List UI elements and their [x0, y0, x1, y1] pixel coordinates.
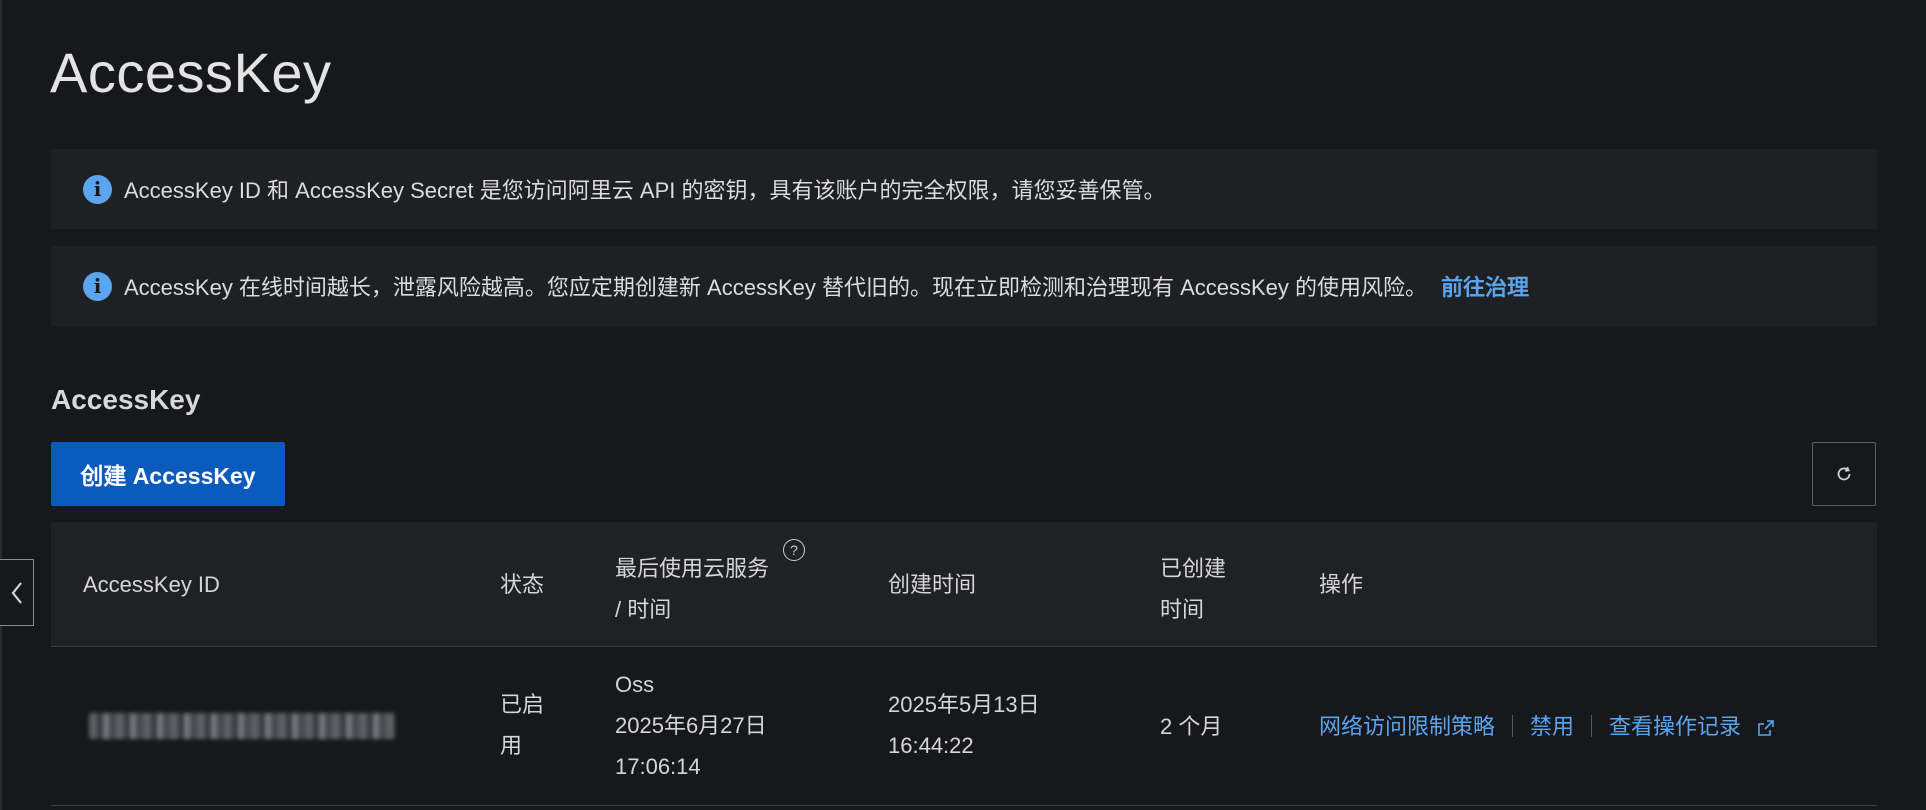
governance-link[interactable]: 前往治理 [1441, 270, 1529, 302]
accesskey-id-masked [89, 713, 395, 739]
created-time-cell: 2025年5月13日 16:44:22 [888, 684, 1040, 766]
section-title: AccessKey [51, 384, 201, 415]
header-last-used-line1: 最后使用云服务 [615, 556, 770, 581]
info-icon: i [83, 271, 112, 301]
action-divider [1591, 715, 1593, 737]
view-logs-link[interactable]: 查看操作记录 [1609, 706, 1775, 747]
created-time: 16:44:22 [888, 733, 974, 758]
view-logs-label: 查看操作记录 [1609, 713, 1742, 739]
header-age: 已创建 时间 [1160, 548, 1226, 630]
header-accesskey-id: AccessKey ID [83, 571, 220, 597]
external-link-icon [1758, 719, 1774, 736]
actions-cell: 网络访问限制策略 禁用 查看操作记录 [1319, 647, 1775, 805]
header-age-line1: 已创建 [1160, 556, 1227, 581]
header-actions: 操作 [1319, 571, 1364, 597]
age-cell: 2 个月 [1160, 713, 1223, 739]
last-used-date: 2025年6月27日 [615, 713, 767, 738]
info-icon: i [83, 174, 112, 204]
header-last-used: 最后使用云服务? / 时间 [615, 539, 806, 630]
refresh-button[interactable] [1812, 442, 1876, 506]
header-created-time: 创建时间 [888, 571, 977, 597]
status-line1: 已启 [500, 692, 545, 717]
status-cell: 已启 用 [500, 684, 544, 766]
info-alert-secret: i AccessKey ID 和 AccessKey Secret 是您访问阿里… [51, 149, 1877, 229]
info-alert-risk: i AccessKey 在线时间越长，泄露风险越高。您应定期创建新 Access… [51, 246, 1877, 326]
last-used-service: Oss [615, 672, 655, 697]
table-header: AccessKey ID 状态 最后使用云服务? / 时间 创建时间 已创建 时… [51, 522, 1877, 647]
alert-text: AccessKey 在线时间越长，泄露风险越高。您应定期创建新 AccessKe… [124, 275, 1428, 300]
created-date: 2025年5月13日 [888, 692, 1040, 717]
last-used-cell: Oss 2025年6月27日 17:06:14 [615, 664, 767, 787]
refresh-icon [1837, 466, 1851, 481]
alert-text: AccessKey ID 和 AccessKey Secret 是您访问阿里云 … [124, 178, 1166, 203]
chevron-left-icon [11, 581, 22, 604]
sidebar-collapse-button[interactable] [0, 559, 34, 626]
action-divider [1512, 715, 1514, 737]
header-last-used-line2: / 时间 [615, 597, 672, 622]
header-age-line2: 时间 [1160, 597, 1205, 622]
status-line2: 用 [500, 733, 523, 758]
left-border [0, 0, 2, 810]
help-icon[interactable]: ? [783, 539, 806, 562]
create-accesskey-button[interactable]: 创建 AccessKey [51, 442, 285, 506]
header-status: 状态 [500, 571, 545, 597]
network-policy-link[interactable]: 网络访问限制策略 [1319, 706, 1495, 747]
table-row: 已启 用 Oss 2025年6月27日 17:06:14 2025年5月13日 … [51, 647, 1877, 806]
page-title: AccessKey [50, 41, 332, 104]
last-used-time: 17:06:14 [615, 754, 701, 779]
disable-link[interactable]: 禁用 [1530, 706, 1574, 747]
accesskey-table: AccessKey ID 状态 最后使用云服务? / 时间 创建时间 已创建 时… [51, 522, 1877, 806]
